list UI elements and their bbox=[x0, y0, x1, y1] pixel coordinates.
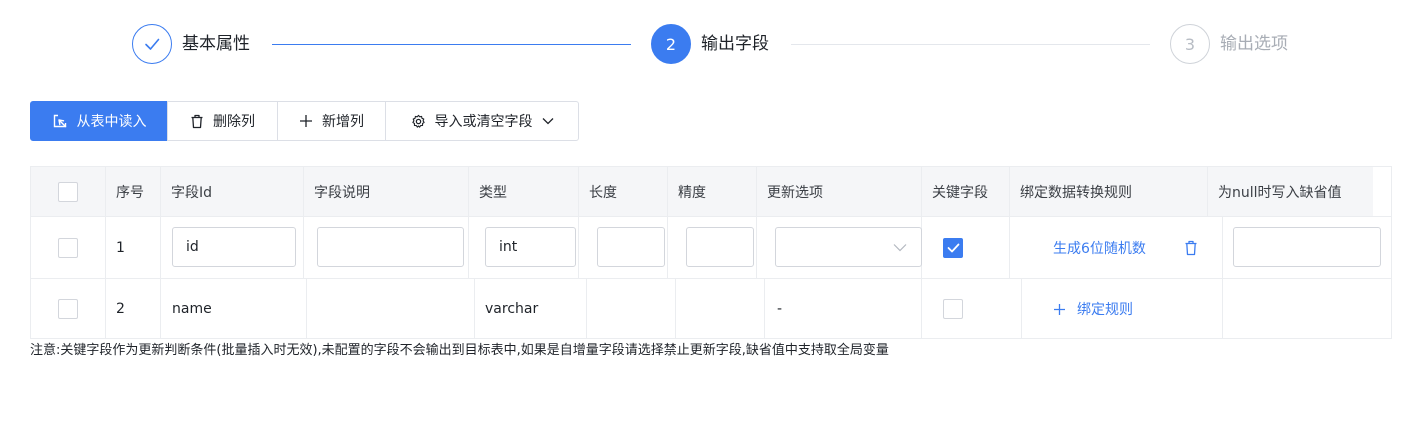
header-field-id: 字段Id bbox=[161, 167, 304, 216]
fields-table: 序号 字段Id 字段说明 类型 长度 精度 更新选项 关键字段 绑定数据转换规则… bbox=[30, 166, 1392, 339]
read-from-table-label: 从表中读入 bbox=[76, 114, 147, 130]
header-select-all bbox=[31, 167, 106, 216]
length-input[interactable] bbox=[597, 227, 665, 267]
row-index: 1 bbox=[106, 217, 161, 278]
table-row: 2 name varchar - 绑定规则 bbox=[31, 278, 1391, 339]
key-field-checkbox-checked[interactable] bbox=[943, 237, 963, 258]
header-index: 序号 bbox=[106, 167, 161, 216]
null-default-text bbox=[1223, 279, 1391, 339]
import-or-clear-label: 导入或清空字段 bbox=[434, 114, 533, 130]
header-key-field: 关键字段 bbox=[922, 167, 1010, 216]
step-3-number: 3 bbox=[1170, 24, 1210, 64]
note-text: 注意:关键字段作为更新判断条件(批量插入时无效),未配置的字段不会输出到目标表中… bbox=[30, 343, 889, 358]
header-precision: 精度 bbox=[668, 167, 757, 216]
header-update-option: 更新选项 bbox=[757, 167, 922, 216]
null-default-input[interactable] bbox=[1233, 227, 1381, 267]
select-all-checkbox[interactable] bbox=[58, 181, 78, 202]
update-option-select[interactable] bbox=[775, 227, 922, 267]
steps-bar: 基本属性 2 输出字段 3 输出选项 bbox=[0, 0, 1418, 90]
select-arrow-icon bbox=[52, 113, 68, 129]
toolbar: 从表中读入 删除列 新增列 导入或清空字段 bbox=[30, 101, 579, 141]
row-select-cell bbox=[31, 279, 106, 339]
row-checkbox[interactable] bbox=[58, 237, 78, 258]
delete-column-label: 删除列 bbox=[213, 114, 255, 130]
field-desc-input[interactable] bbox=[317, 227, 464, 267]
step-2-number: 2 bbox=[651, 24, 691, 64]
field-desc-text bbox=[307, 279, 475, 339]
key-field-cell bbox=[922, 217, 1010, 278]
header-bind-rule: 绑定数据转换规则 bbox=[1010, 167, 1208, 216]
add-column-button[interactable]: 新增列 bbox=[277, 101, 386, 141]
precision-text bbox=[676, 279, 765, 339]
step-1-check-icon bbox=[132, 24, 172, 64]
plus-icon bbox=[1053, 303, 1066, 316]
step-2-connector bbox=[791, 44, 1150, 45]
null-default-cell bbox=[1223, 217, 1391, 278]
header-length: 长度 bbox=[579, 167, 668, 216]
plus-icon bbox=[299, 114, 313, 128]
step-2-title: 输出字段 bbox=[701, 34, 769, 54]
bind-rule-cell: 绑定规则 bbox=[1022, 279, 1223, 339]
precision-cell bbox=[668, 217, 757, 278]
type-cell: int bbox=[469, 217, 579, 278]
delete-column-button[interactable]: 删除列 bbox=[167, 101, 278, 141]
check-icon bbox=[947, 243, 959, 252]
table-header: 序号 字段Id 字段说明 类型 长度 精度 更新选项 关键字段 绑定数据转换规则… bbox=[31, 167, 1373, 216]
row-select-cell bbox=[31, 217, 106, 278]
key-field-cell bbox=[922, 279, 1022, 339]
header-field-desc: 字段说明 bbox=[304, 167, 469, 216]
chevron-down-icon bbox=[542, 117, 554, 125]
precision-input[interactable] bbox=[686, 227, 754, 267]
row-checkbox[interactable] bbox=[58, 299, 78, 319]
step-1-title: 基本属性 bbox=[182, 34, 250, 54]
delete-rule-trash-icon[interactable] bbox=[1184, 240, 1198, 256]
bind-rule-link[interactable]: 生成6位随机数 bbox=[1053, 238, 1146, 258]
import-or-clear-dropdown[interactable]: 导入或清空字段 bbox=[385, 101, 579, 141]
field-desc-cell bbox=[304, 217, 469, 278]
header-type: 类型 bbox=[469, 167, 579, 216]
bind-rule-cell: 生成6位随机数 bbox=[1010, 217, 1223, 278]
gear-icon bbox=[411, 114, 426, 129]
step-1-connector bbox=[272, 44, 631, 45]
length-text bbox=[587, 279, 676, 339]
bind-rule-link[interactable]: 绑定规则 bbox=[1077, 299, 1133, 319]
add-column-label: 新增列 bbox=[322, 114, 364, 130]
type-input[interactable]: int bbox=[485, 227, 576, 267]
table-row: 1 id int 生成6位随机数 bbox=[31, 216, 1391, 278]
trash-icon bbox=[190, 114, 204, 129]
row-index: 2 bbox=[106, 279, 161, 339]
field-id-cell: id bbox=[161, 217, 304, 278]
update-option-text: - bbox=[765, 279, 922, 339]
header-null-default: 为null时写入缺省值 bbox=[1218, 184, 1342, 201]
read-from-table-button[interactable]: 从表中读入 bbox=[30, 101, 168, 141]
field-id-input[interactable]: id bbox=[172, 227, 296, 267]
field-id-text: name bbox=[161, 279, 307, 339]
step-3-title: 输出选项 bbox=[1220, 34, 1288, 54]
update-option-cell bbox=[757, 217, 922, 278]
chevron-down-icon bbox=[893, 243, 907, 252]
length-cell bbox=[579, 217, 668, 278]
key-field-checkbox[interactable] bbox=[943, 299, 963, 319]
type-text: varchar bbox=[475, 279, 587, 339]
